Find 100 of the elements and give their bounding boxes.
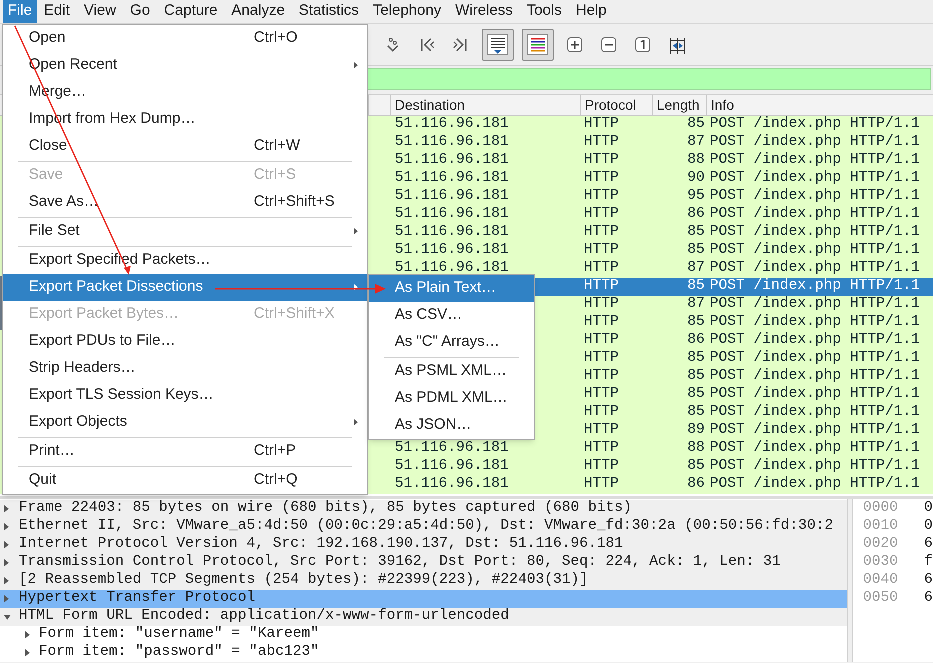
column-header[interactable]: Protocol [580,95,652,115]
table-cell: HTTP [584,386,620,402]
table-cell: HTTP [584,134,620,150]
table-cell: POST /index.php HTTP/1.1 [710,260,920,276]
expand-arrow-icon[interactable] [4,541,9,549]
toolbar-button[interactable] [522,28,554,60]
table-cell: HTTP [584,152,620,168]
menu-item[interactable]: As "C" Arrays… [369,329,534,356]
table-cell: HTTP [584,314,620,330]
expand-arrow-icon[interactable] [4,577,9,585]
table-cell: 85 [687,242,705,258]
table-cell: POST /index.php HTTP/1.1 [710,476,920,492]
submenu-arrow-icon [354,228,358,235]
menu-item[interactable]: Export Objects [3,409,367,436]
menu-item[interactable]: Edit [39,0,76,23]
column-header[interactable]: Info [706,95,933,115]
expand-arrow-icon[interactable] [4,595,9,603]
table-cell: POST /index.php HTTP/1.1 [710,368,920,384]
expand-arrow-icon[interactable] [4,523,9,531]
table-cell: HTTP [584,170,620,186]
table-cell: POST /index.php HTTP/1.1 [710,350,920,366]
hex-bytes: 0 [924,517,933,536]
column-header[interactable]: Destination [390,95,580,115]
table-cell: HTTP [584,332,620,348]
menu-item[interactable]: Open Ctrl+O [3,25,367,52]
table-cell: 85 [687,278,705,294]
tree-label: Form item: "password" = "abc123" [39,643,320,662]
table-cell: POST /index.php HTTP/1.1 [710,332,920,348]
table-cell: HTTP [584,296,620,312]
table-cell: 90 [687,170,705,186]
table-cell: POST /index.php HTTP/1.1 [710,170,920,186]
column-header[interactable]: Length [652,95,706,115]
table-cell: 87 [687,260,705,276]
table-cell: HTTP [584,422,620,438]
menu-item[interactable]: As Plain Text… [369,275,534,302]
menu-item[interactable]: Analyze [226,0,290,23]
hex-offset: 0010 [863,517,898,536]
menu-item[interactable]: Wireless [450,0,518,23]
menu-item[interactable]: As CSV… [369,302,534,329]
table-cell: 51.116.96.181 [395,242,509,258]
table-cell: 86 [687,206,705,222]
menu-item[interactable]: Go [125,0,156,23]
menu-item[interactable]: Export Packet Dissections [3,274,367,301]
table-cell: 86 [687,332,705,348]
table-cell: 95 [687,188,705,204]
table-cell: HTTP [584,404,620,420]
expand-arrow-icon[interactable] [4,559,9,567]
hex-offset: 0000 [863,499,898,518]
expand-arrow-icon[interactable] [25,649,30,657]
table-cell: HTTP [584,224,620,240]
expand-arrow-icon[interactable] [25,631,30,639]
table-cell: 87 [687,296,705,312]
table-cell: POST /index.php HTTP/1.1 [710,242,920,258]
tree-row[interactable]: Hypertext Transfer Protocol [0,590,848,608]
menu-item[interactable]: Export PDUs to File… [3,328,367,355]
colorize-icon [527,34,549,56]
table-cell: 51.116.96.181 [395,440,509,456]
toolbar-button[interactable] [482,28,514,60]
table-cell: 51.116.96.181 [395,116,509,132]
menu-item[interactable]: As PSML XML… [369,358,534,385]
menu-item[interactable]: As JSON… [369,412,534,439]
table-cell: 51.116.96.181 [395,224,509,240]
table-cell: POST /index.php HTTP/1.1 [710,404,920,420]
menu-item[interactable]: Capture [159,0,223,23]
hex-offset: 0050 [863,589,898,608]
tree-row[interactable]: HTML Form URL Encoded: application/x-www-form-urlencoded [0,608,848,626]
table-cell: POST /index.php HTTP/1.1 [710,386,920,402]
menu-item[interactable]: Tools [522,0,567,23]
table-cell: 51.116.96.181 [395,260,509,276]
last-packet-icon [452,36,470,54]
table-cell: POST /index.php HTTP/1.1 [710,278,920,294]
menu-item[interactable]: View [79,0,122,23]
table-cell: POST /index.php HTTP/1.1 [710,188,920,204]
hex-bytes: f [924,553,933,572]
resize-columns-icon [668,36,686,54]
tree-row[interactable]: Internet Protocol Version 4, Src: 192.168.190.137, Dst: 51.116.96.181 [0,536,848,554]
tree-label: HTML Form URL Encoded: application/x-www-form-urlencoded [19,607,510,626]
table-cell: 89 [687,422,705,438]
autoscroll-icon [487,34,509,56]
table-cell: POST /index.php HTTP/1.1 [710,422,920,438]
table-cell: HTTP [584,350,620,366]
menu-item[interactable]: Statistics [294,0,364,23]
tree-label: Internet Protocol Version 4, Src: 192.168.190.137, Dst: 51.116.96.181 [19,535,624,554]
expand-arrow-icon[interactable] [4,505,9,513]
menu-item[interactable]: File [3,0,38,23]
table-cell: 51.116.96.181 [395,188,509,204]
table-cell: 85 [687,224,705,240]
menu-item[interactable]: Help [571,0,612,23]
table-cell: 51.116.96.181 [395,170,509,186]
table-cell: HTTP [584,116,620,132]
tree-row[interactable]: [2 Reassembled TCP Segments (254 bytes): #22399(223), #22403(31)] [0,572,848,590]
table-cell: HTTP [584,188,620,204]
table-cell: HTTP [584,458,620,474]
collapse-arrow-icon[interactable] [4,614,11,620]
tree-row[interactable]: Frame 22403: 85 bytes on wire (680 bits), 85 bytes captured (680 bits) [0,500,848,518]
submenu-arrow-icon [354,284,358,291]
table-cell: 51.116.96.181 [395,206,509,222]
menu-item[interactable]: Strip Headers… [3,355,367,382]
menu-item[interactable]: Telephony [368,0,446,23]
table-cell: 85 [687,458,705,474]
